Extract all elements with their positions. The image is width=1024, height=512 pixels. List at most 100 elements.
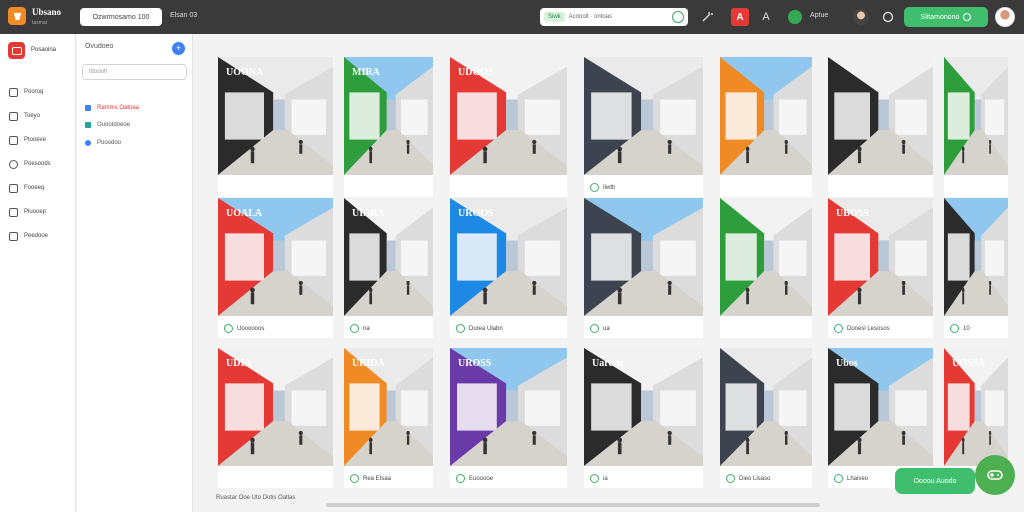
image-card[interactable]: UIARA na <box>344 198 433 338</box>
rail-item-label: Toeyo <box>24 113 41 119</box>
checkbox-icon[interactable] <box>726 474 735 483</box>
address-field[interactable]: Ozwrmosamo 100 <box>80 8 162 26</box>
image-card[interactable] <box>720 57 812 197</box>
primary-action-button[interactable]: Slitamonono <box>904 7 988 27</box>
card-caption[interactable]: Lhaiveo <box>834 474 868 483</box>
checkbox-icon[interactable] <box>456 474 465 483</box>
image-card[interactable]: Uareen ia <box>584 348 703 488</box>
store-sign: UOSSA <box>952 358 986 369</box>
checkbox-icon[interactable] <box>950 324 959 333</box>
image-card[interactable]: Ubos Lhaiveo <box>828 348 933 488</box>
checkbox-icon[interactable] <box>834 324 843 333</box>
card-caption[interactable]: na <box>350 324 370 333</box>
checkbox-icon[interactable] <box>834 474 843 483</box>
user-icon <box>9 87 18 97</box>
help-icon[interactable] <box>879 8 897 26</box>
folder-item-3[interactable]: Puoodoo <box>85 137 121 149</box>
checkbox-icon[interactable] <box>590 474 599 483</box>
rail-logo-icon[interactable] <box>8 42 25 59</box>
image-card[interactable]: UOALA Uoooooos <box>218 198 333 338</box>
profile-icon[interactable] <box>853 9 869 25</box>
checkbox-icon[interactable] <box>456 324 465 333</box>
card-caption[interactable]: ia <box>590 474 608 483</box>
top-label[interactable]: Elsan 03 <box>170 12 197 19</box>
image-card[interactable]: UROOS Durea Ulabn <box>450 198 567 338</box>
rail-item-5[interactable]: Fooeeq <box>9 181 71 195</box>
rail-item-2[interactable]: Toeyo <box>9 109 71 123</box>
card-caption[interactable]: 10 <box>950 324 970 333</box>
chat-fab-button[interactable] <box>975 455 1015 495</box>
store-thumbnail[interactable] <box>720 348 812 466</box>
folder-item-1[interactable]: Ramms Oatoaa <box>85 102 139 114</box>
image-card[interactable]: UDOOS <box>450 57 567 197</box>
image-card[interactable] <box>944 57 1008 197</box>
image-card[interactable]: UOONA <box>218 57 333 197</box>
store-thumbnail[interactable] <box>720 57 812 175</box>
rail-item-3[interactable]: Ptooeve <box>9 133 71 147</box>
search-bar[interactable]: Siwk Aconolt · ontoas <box>540 8 688 26</box>
image-card[interactable]: 10 <box>944 198 1008 338</box>
gamepad-icon <box>987 470 1003 480</box>
card-caption[interactable]: Uoooooos <box>224 324 264 333</box>
image-icon <box>9 135 18 145</box>
store-sign: URIDA <box>352 358 385 369</box>
checkbox-icon[interactable] <box>590 183 599 192</box>
search-icon[interactable] <box>672 11 684 23</box>
store-thumbnail[interactable] <box>720 198 812 316</box>
checkbox-icon[interactable] <box>350 474 359 483</box>
image-card[interactable]: Dieo Lisaso <box>720 348 812 488</box>
store-thumbnail[interactable] <box>944 198 1008 316</box>
caption-text: ia <box>603 475 608 482</box>
store-sign: UROSS <box>458 358 492 369</box>
card-caption[interactable]: Durea Ulabn <box>456 324 503 333</box>
image-card[interactable]: UROSS Euooooe <box>450 348 567 488</box>
pdf-icon[interactable]: A <box>731 8 749 26</box>
magic-wand-icon[interactable] <box>698 8 716 26</box>
inbox-icon <box>9 231 18 241</box>
image-card[interactable]: MIRA <box>344 57 433 197</box>
store-thumbnail[interactable] <box>828 57 933 175</box>
text-tool-icon[interactable]: A <box>757 8 775 26</box>
image-card[interactable] <box>828 57 933 197</box>
panel-header: Ovudoeo <box>85 43 114 50</box>
play-icon[interactable] <box>788 10 802 24</box>
folder-item-2[interactable]: Ouootdoeoe <box>85 119 130 131</box>
card-caption[interactable]: Dooesl Lesosos <box>834 324 890 333</box>
store-thumbnail[interactable] <box>584 57 703 175</box>
card-caption[interactable]: ua <box>590 324 610 333</box>
card-caption[interactable]: Euooooe <box>456 474 493 483</box>
user-avatar[interactable] <box>995 7 1015 27</box>
add-folder-button[interactable]: + <box>172 42 185 55</box>
image-card[interactable]: UBOSS Dooesl Lesosos <box>828 198 933 338</box>
card-caption[interactable]: Rea Etsaa <box>350 474 391 483</box>
rail-item-1[interactable]: Pooroq <box>9 85 71 99</box>
store-thumbnail[interactable] <box>584 198 703 316</box>
rail-item-6[interactable]: Pluooep <box>9 205 71 219</box>
checkbox-icon[interactable] <box>224 324 233 333</box>
fab-label-button[interactable]: Oooou Auodo <box>895 468 975 494</box>
folder-icon <box>85 122 91 128</box>
checkbox-icon[interactable] <box>350 324 359 333</box>
primary-action-label: Slitamonono <box>920 13 960 21</box>
image-card[interactable]: ua <box>584 198 703 338</box>
image-card[interactable] <box>720 198 812 338</box>
search-input[interactable]: Aconolt · ontoas <box>569 14 668 20</box>
app-logo-icon[interactable] <box>8 7 26 25</box>
caption-text: Euooooe <box>469 475 494 482</box>
store-thumbnail[interactable] <box>944 57 1008 175</box>
image-card[interactable]: Iiwth <box>584 57 703 197</box>
top-bar: Ubsano tasmat Ozwrmosamo 100 Elsan 03 Si… <box>0 0 1024 34</box>
footer-text: Ruastar Ooe Uto Dotis Oatlas <box>216 495 296 501</box>
checkbox-icon[interactable] <box>590 324 599 333</box>
rail-item-4[interactable]: Poesoods <box>9 157 71 171</box>
caption-text: Dooesl Lesosos <box>847 325 890 332</box>
image-card[interactable]: UDIA <box>218 348 333 488</box>
card-caption[interactable]: Dieo Lisaso <box>726 474 770 483</box>
image-card[interactable]: URIDA Rea Etsaa <box>344 348 433 488</box>
card-caption[interactable]: Iiwth <box>590 183 615 192</box>
horizontal-scrollbar[interactable] <box>326 503 820 507</box>
folder-search-input[interactable]: Ittoooh <box>82 64 187 80</box>
rail-item-7[interactable]: Peedooe <box>9 229 71 243</box>
top-menu-text[interactable]: Aptue <box>810 12 828 19</box>
search-tag[interactable]: Siwk <box>544 12 565 22</box>
